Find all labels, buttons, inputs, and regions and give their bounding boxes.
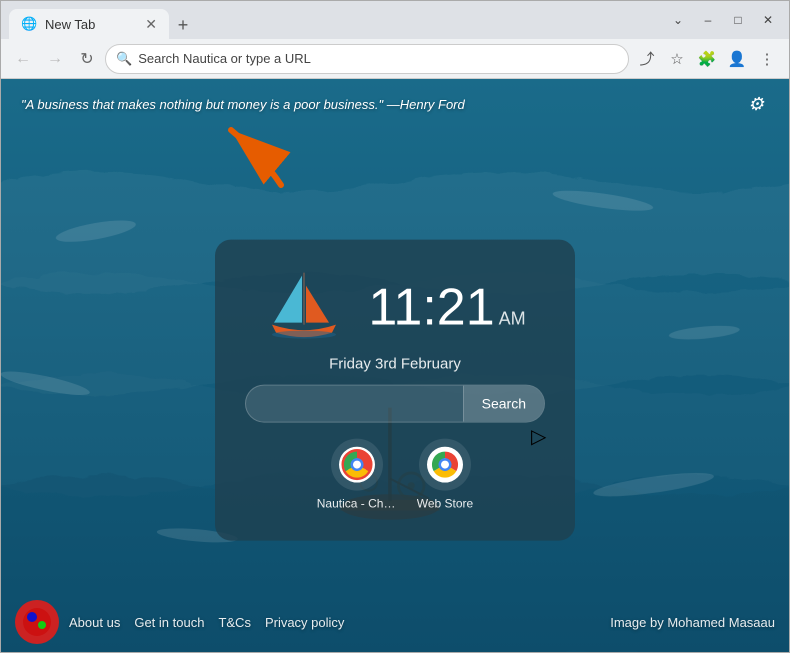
tab-close-button[interactable]: ✕ [145,17,157,31]
shortcut-label-2: Web Store [417,496,473,510]
address-text: Search Nautica or type a URL [138,51,618,66]
footer-logo-svg [22,607,52,637]
page-content: "A business that makes nothing but money… [1,79,789,652]
nav-bar: ← → ↻ 🔍 Search Nautica or type a URL ⤴ ☆… [1,39,789,79]
page-footer: About us Get in touch T&Cs Privacy polic… [1,592,789,652]
shortcut-icon-wrapper-1 [331,438,383,490]
footer-credit: Image by Mohamed Masaau [610,615,775,630]
new-tab-widget: 11:21 AM Friday 3rd February Search [215,239,575,540]
time-display: 11:21 AM [368,281,525,333]
search-icon: 🔍 [116,51,132,67]
minimize-button[interactable]: – [695,7,721,33]
shortcut-webstore[interactable]: Web Store [417,438,473,510]
tab-favicon: 🌐 [21,16,37,32]
shortcut-icon-wrapper-2 [419,438,471,490]
share-button[interactable]: ⤴ [633,45,661,73]
sailboat-icon [264,267,344,347]
chrome-icon-2 [427,446,463,482]
active-tab[interactable]: 🌐 New Tab ✕ [9,9,169,39]
close-button[interactable]: ✕ [755,7,781,33]
footer-links: About us Get in touch T&Cs Privacy polic… [69,615,344,630]
nav-actions: ⤴ ☆ 🧩 👤 ⋮ [633,45,781,73]
search-bar[interactable]: Search [245,384,545,422]
maximize-button[interactable]: □ [725,7,751,33]
new-tab-button[interactable]: + [169,11,197,39]
browser-window: 🌐 New Tab ✕ + ⌄ – □ ✕ ← → ↻ 🔍 Search Nau… [0,0,790,653]
quote-text: "A business that makes nothing but money… [21,97,465,112]
chrome-icon-1 [339,446,375,482]
shortcut-label-1: Nautica - Chr... [317,496,397,510]
extensions-button[interactable]: 🧩 [693,45,721,73]
footer-link-privacy[interactable]: Privacy policy [265,615,344,630]
back-button[interactable]: ← [9,45,37,73]
time-digits: 11:21 [368,281,494,333]
tab-search-button[interactable]: ⌄ [665,7,691,33]
title-bar: 🌐 New Tab ✕ + ⌄ – □ ✕ [1,1,789,39]
footer-link-about[interactable]: About us [69,615,120,630]
address-bar[interactable]: 🔍 Search Nautica or type a URL [105,44,629,74]
search-input[interactable] [246,385,463,421]
footer-link-terms[interactable]: T&Cs [218,615,251,630]
tab-area: 🌐 New Tab ✕ + [9,1,661,39]
refresh-button[interactable]: ↻ [73,45,101,73]
clock-time: 11:21 AM [368,281,525,333]
date-display: Friday 3rd February [329,355,461,372]
time-ampm: AM [499,309,526,327]
window-controls: ⌄ – □ ✕ [665,7,781,33]
forward-button[interactable]: → [41,45,69,73]
menu-button[interactable]: ⋮ [753,45,781,73]
footer-link-contact[interactable]: Get in touch [134,615,204,630]
tab-title: New Tab [45,17,95,32]
profile-button[interactable]: 👤 [723,45,751,73]
search-button[interactable]: Search [463,385,544,421]
quote-bar: "A business that makes nothing but money… [1,79,789,129]
shortcuts-row: Nautica - Chr... [317,438,473,510]
footer-logo [15,600,59,644]
shortcut-nautica[interactable]: Nautica - Chr... [317,438,397,510]
clock-area: 11:21 AM [245,267,545,347]
settings-gear-icon[interactable]: ⚙ [743,91,769,117]
bookmark-button[interactable]: ☆ [663,45,691,73]
